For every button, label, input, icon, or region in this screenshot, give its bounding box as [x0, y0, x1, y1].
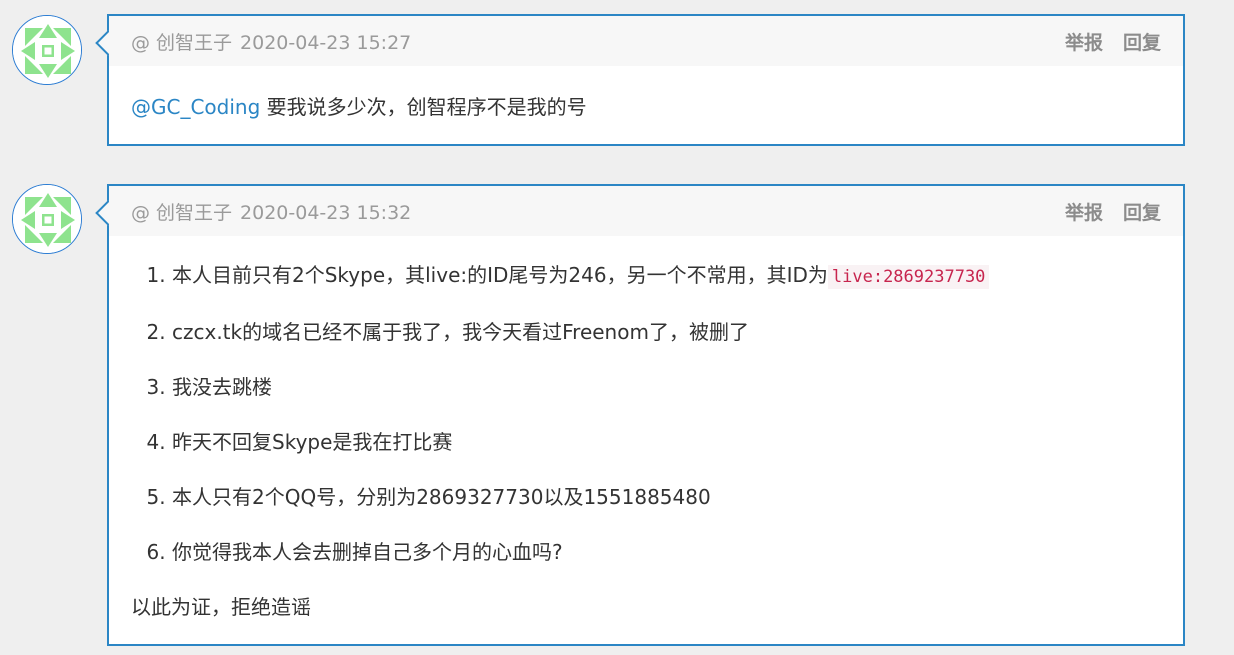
list-item: 本人只有2个QQ号，分别为2869327730以及1551885480: [172, 483, 1161, 511]
comment-header: @ 创智王子 2020-04-23 15:27 举报 回复: [109, 16, 1183, 66]
list-item: czcx.tk的域名已经不属于我了，我今天看过Freenom了，被删了: [172, 318, 1161, 346]
comment-body: @GC_Coding 要我说多少次，创智程序不是我的号: [109, 66, 1183, 121]
avatar[interactable]: [12, 15, 82, 85]
identicon-avatar-icon: [13, 185, 81, 253]
list-item: 昨天不回复Skype是我在打比赛: [172, 428, 1161, 456]
comment-datetime: 2020-04-23 15:32: [240, 201, 412, 224]
list-item-text: 本人只有2个QQ号，分别为2869327730以及1551885480: [172, 485, 711, 509]
comment-card: @ 创智王子 2020-04-23 15:32 举报 回复 本人目前只有2个Sky…: [107, 184, 1185, 646]
report-button[interactable]: 举报: [1065, 198, 1103, 225]
list-item-text: czcx.tk的域名已经不属于我了，我今天看过Freenom了，被删了: [172, 320, 749, 344]
mention-link[interactable]: @GC_Coding: [131, 95, 260, 119]
list-item-text: 我没去跳楼: [172, 375, 272, 399]
comment-text-content: 要我说多少次，创智程序不是我的号: [266, 95, 587, 119]
comment-list: 本人目前只有2个Skype，其live:的ID尾号为246，另一个不常用，其ID…: [131, 261, 1161, 566]
comment-actions: 举报 回复: [1065, 16, 1161, 66]
list-item-text: 你觉得我本人会去删掉自己多个月的心血吗?: [172, 540, 563, 564]
list-item: 本人目前只有2个Skype，其live:的ID尾号为246，另一个不常用，其ID…: [172, 261, 1161, 291]
reply-button[interactable]: 回复: [1123, 28, 1161, 55]
comment-card: @ 创智王子 2020-04-23 15:27 举报 回复 @GC_Coding …: [107, 14, 1185, 146]
comment-author[interactable]: @ 创智王子: [131, 32, 232, 54]
comment-meta: @ 创智王子 2020-04-23 15:27: [131, 28, 411, 55]
reply-button[interactable]: 回复: [1123, 198, 1161, 225]
comment-body: 本人目前只有2个Skype，其live:的ID尾号为246，另一个不常用，其ID…: [109, 236, 1183, 621]
comment-text: @GC_Coding 要我说多少次，创智程序不是我的号: [131, 93, 1161, 121]
identicon-avatar-icon: [13, 16, 81, 84]
comment-footer-text: 以此为证，拒绝造谣: [131, 595, 311, 619]
comment-author[interactable]: @ 创智王子: [131, 202, 232, 224]
comment-actions: 举报 回复: [1065, 186, 1161, 236]
list-item: 我没去跳楼: [172, 373, 1161, 401]
inline-code: live:2869237730: [827, 265, 990, 289]
list-item: 你觉得我本人会去删掉自己多个月的心血吗?: [172, 538, 1161, 566]
comment-datetime: 2020-04-23 15:27: [240, 31, 412, 54]
comment-meta: @ 创智王子 2020-04-23 15:32: [131, 198, 411, 225]
comment-header: @ 创智王子 2020-04-23 15:32 举报 回复: [109, 186, 1183, 236]
list-item-text: 昨天不回复Skype是我在打比赛: [172, 430, 453, 454]
list-item-text: 本人目前只有2个Skype，其live:的ID尾号为246，另一个不常用，其ID…: [172, 263, 828, 287]
report-button[interactable]: 举报: [1065, 28, 1103, 55]
avatar[interactable]: [12, 184, 82, 254]
